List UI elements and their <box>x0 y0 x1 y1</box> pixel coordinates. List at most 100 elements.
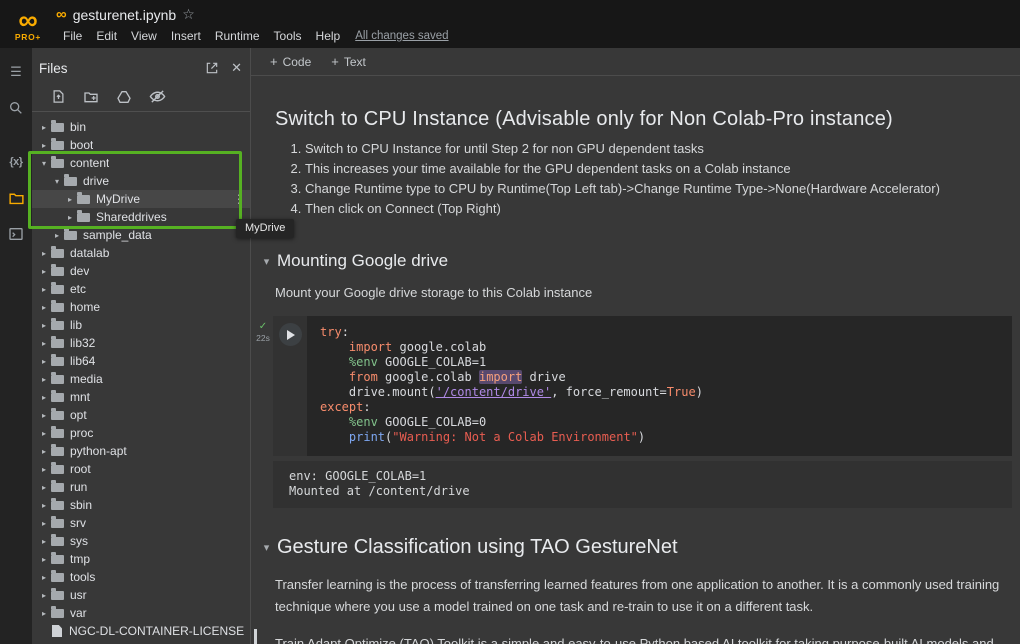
code-line: %env GOOGLE_COLAB=1 <box>320 355 1000 370</box>
tree-caret-icon[interactable]: ▸ <box>38 357 50 366</box>
new-folder-icon[interactable] <box>83 89 99 105</box>
tree-row-home[interactable]: ▸home <box>32 298 250 316</box>
tree-caret-icon[interactable]: ▸ <box>38 321 50 330</box>
terminal-icon[interactable] <box>2 220 30 248</box>
tree-row-lib[interactable]: ▸lib <box>32 316 250 334</box>
tree-caret-icon[interactable]: ▸ <box>38 609 50 618</box>
tree-row-Shareddrives[interactable]: ▸Shareddrives <box>32 208 250 226</box>
code-editor[interactable]: try: import google.colab %env GOOGLE_COL… <box>307 316 1012 456</box>
section-mounting: ▾ Mounting Google drive <box>261 251 1012 271</box>
menu-edit[interactable]: Edit <box>89 29 124 43</box>
tree-row-datalab[interactable]: ▸datalab <box>32 244 250 262</box>
tree-label: drive <box>83 174 109 188</box>
section-collapse-icon[interactable]: ▾ <box>261 541 272 554</box>
tree-row-opt[interactable]: ▸opt <box>32 406 250 424</box>
tree-row-MyDrive[interactable]: ▸MyDrive⋮ <box>32 190 250 208</box>
tree-row-srv[interactable]: ▸ srv <box>32 514 250 532</box>
list-item: Change Runtime type to CPU by Runtime(To… <box>305 179 1012 199</box>
tree-row-tools[interactable]: ▸tools <box>32 568 250 586</box>
close-panel-icon[interactable]: ✕ <box>231 60 242 76</box>
menu-view[interactable]: View <box>124 29 164 43</box>
tree-caret-icon[interactable]: ▸ <box>38 429 50 438</box>
tree-caret-icon[interactable]: ▸ <box>38 285 50 294</box>
tree-row-drive[interactable]: ▾ drive <box>32 172 250 190</box>
tree-label: var <box>70 606 87 620</box>
section-collapse-icon[interactable]: ▾ <box>261 255 272 268</box>
tree-row-sbin[interactable]: ▸sbin <box>32 496 250 514</box>
tree-caret-icon[interactable]: ▸ <box>38 447 50 456</box>
tree-row-python-apt[interactable]: ▸python-apt <box>32 442 250 460</box>
tree-row-sys[interactable]: ▸sys <box>32 532 250 550</box>
tree-row-root[interactable]: ▸root <box>32 460 250 478</box>
table-of-contents-icon[interactable]: ☰ <box>2 58 30 86</box>
tree-row-var[interactable]: ▸ var <box>32 604 250 622</box>
tree-row-dev[interactable]: ▸dev <box>32 262 250 280</box>
tree-row-tmp[interactable]: ▸tmp <box>32 550 250 568</box>
tree-caret-icon[interactable]: ▸ <box>38 339 50 348</box>
tree-row-run[interactable]: ▸run <box>32 478 250 496</box>
menu-runtime[interactable]: Runtime <box>208 29 267 43</box>
tree-row-usr[interactable]: ▸usr <box>32 586 250 604</box>
variables-icon[interactable]: {x} <box>2 148 30 176</box>
menu-insert[interactable]: Insert <box>164 29 208 43</box>
save-status[interactable]: All changes saved <box>355 30 448 42</box>
colab-app: ∞ PRO+ ∞ gesturenet.ipynb ☆ FileEditView… <box>0 0 1020 644</box>
tree-caret-icon[interactable]: ▸ <box>38 555 50 564</box>
tree-caret-icon[interactable]: ▸ <box>38 591 50 600</box>
code-line: %env GOOGLE_COLAB=0 <box>320 415 1000 430</box>
tree-label: lib32 <box>70 336 95 350</box>
tree-caret-icon[interactable]: ▸ <box>38 501 50 510</box>
folder-icon <box>64 177 77 186</box>
tree-row-mnt[interactable]: ▸mnt <box>32 388 250 406</box>
row-kebab-icon[interactable]: ⋮ <box>233 193 245 205</box>
tree-caret-icon[interactable]: ▾ <box>38 159 50 168</box>
tree-caret-icon[interactable]: ▸ <box>64 213 76 222</box>
tree-caret-icon[interactable]: ▾ <box>51 177 63 186</box>
tree-caret-icon[interactable]: ▸ <box>38 537 50 546</box>
tree-caret-icon[interactable]: ▸ <box>38 393 50 402</box>
tree-caret-icon[interactable]: ▸ <box>38 375 50 384</box>
menu-tools[interactable]: Tools <box>267 29 309 43</box>
tree-caret-icon[interactable]: ▸ <box>38 483 50 492</box>
menu-help[interactable]: Help <box>309 29 348 43</box>
tree-row-etc[interactable]: ▸etc <box>32 280 250 298</box>
tree-caret-icon[interactable]: ▸ <box>38 141 50 150</box>
star-icon[interactable]: ☆ <box>182 6 195 23</box>
tree-caret-icon[interactable]: ▸ <box>38 573 50 582</box>
files-icon[interactable] <box>2 184 30 212</box>
hidden-files-icon[interactable] <box>149 88 166 105</box>
tree-caret-icon[interactable]: ▸ <box>38 123 50 132</box>
tree-caret-icon[interactable]: ▸ <box>51 231 63 240</box>
tree-label: srv <box>70 516 86 530</box>
search-icon[interactable] <box>2 94 30 122</box>
tree-row-lib64[interactable]: ▸lib64 <box>32 352 250 370</box>
tree-row-lib32[interactable]: ▸ lib32 <box>32 334 250 352</box>
folder-icon <box>51 591 64 600</box>
menu-file[interactable]: File <box>56 29 89 43</box>
mount-drive-icon[interactable] <box>116 89 132 105</box>
add-code-button[interactable]: + Code <box>260 51 321 72</box>
open-in-tab-icon[interactable] <box>205 61 219 75</box>
add-text-button[interactable]: + Text <box>321 51 376 72</box>
notebook-main: + Code + Text Switch to CPU Instance (Ad… <box>251 48 1020 644</box>
tree-row-content[interactable]: ▾content <box>32 154 250 172</box>
tree-caret-icon[interactable]: ▸ <box>38 411 50 420</box>
upload-file-icon[interactable] <box>51 89 66 104</box>
title-row: ∞ gesturenet.ipynb ☆ <box>56 4 449 25</box>
tree-caret-icon[interactable]: ▸ <box>38 303 50 312</box>
tree-caret-icon[interactable]: ▸ <box>38 249 50 258</box>
tree-row-boot[interactable]: ▸boot <box>32 136 250 154</box>
run-cell-button[interactable] <box>279 323 302 346</box>
tree-row-media[interactable]: ▸media <box>32 370 250 388</box>
tree-row-NGC-DL-CONTAINER-LICENSE[interactable]: NGC-DL-CONTAINER-LICENSE <box>32 622 250 640</box>
tree-row-bin[interactable]: ▸bin <box>32 118 250 136</box>
tree-caret-icon[interactable]: ▸ <box>38 519 50 528</box>
tree-caret-icon[interactable]: ▸ <box>64 195 76 204</box>
plus-icon: + <box>331 54 339 69</box>
tree-row-sample_data[interactable]: ▸sample_data <box>32 226 250 244</box>
tree-caret-icon[interactable]: ▸ <box>38 465 50 474</box>
colab-logo[interactable]: ∞ PRO+ <box>0 0 56 48</box>
tree-caret-icon[interactable]: ▸ <box>38 267 50 276</box>
tree-row-proc[interactable]: ▸proc <box>32 424 250 442</box>
notebook-title[interactable]: gesturenet.ipynb <box>73 7 177 23</box>
